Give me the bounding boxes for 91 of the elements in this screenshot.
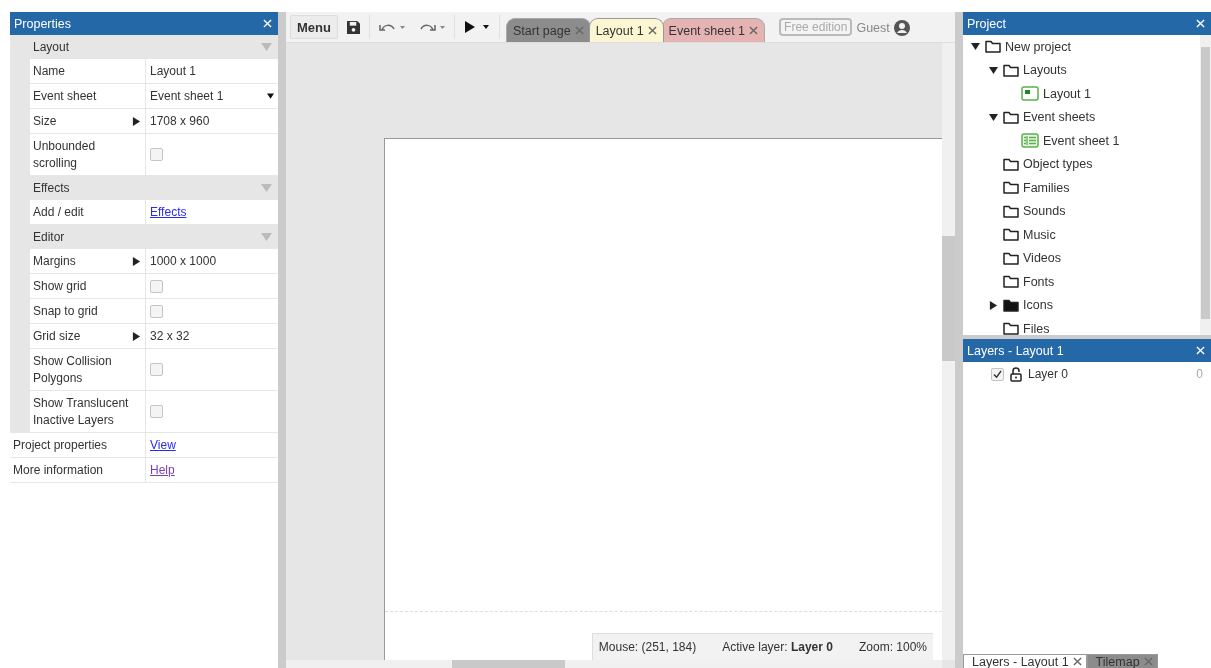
expand-icon[interactable]	[132, 331, 141, 341]
tree-item[interactable]: Event sheets	[963, 105, 1200, 129]
property-label: Show grid	[32, 277, 88, 295]
property-value: Layout 1	[150, 64, 197, 78]
section-header[interactable]: Editor	[30, 225, 278, 249]
property-label: Show Translucent Inactive Layers	[32, 394, 130, 429]
close-icon[interactable]	[1072, 657, 1082, 666]
expand-icon[interactable]	[132, 116, 141, 126]
layer-row[interactable]: Layer 0 0	[963, 362, 1211, 386]
user-icon[interactable]	[893, 20, 910, 36]
event-sheet-icon	[1021, 133, 1039, 149]
property-label: Size	[32, 112, 58, 130]
folder-icon	[1003, 157, 1019, 171]
property-label: More information	[12, 461, 105, 479]
property-label: Event sheet	[32, 87, 98, 105]
tree-item[interactable]: Layouts	[963, 58, 1200, 82]
section-header[interactable]: Effects	[30, 176, 278, 200]
caret-icon	[267, 93, 274, 99]
folder-icon	[1003, 275, 1019, 289]
tree-item[interactable]: Sounds	[963, 199, 1200, 223]
tree-item[interactable]: New project	[963, 35, 1200, 59]
close-icon[interactable]	[749, 26, 759, 35]
property-value: 1708 x 960	[150, 114, 210, 128]
checkbox[interactable]	[150, 304, 163, 318]
folder-icon	[1003, 251, 1019, 265]
unlock-icon[interactable]	[1010, 366, 1022, 382]
property-link[interactable]: Help	[150, 463, 175, 477]
active-layer: Active layer: Layer 0	[722, 640, 833, 654]
expanded-icon[interactable]	[988, 112, 998, 122]
collapsed-icon[interactable]	[988, 300, 998, 310]
editor-tab[interactable]: Layout 1	[588, 18, 664, 42]
layer-count: 0	[1196, 367, 1203, 381]
property-label: Show Collision Polygons	[32, 352, 113, 387]
property-label: Project properties	[12, 436, 109, 454]
checkbox[interactable]	[991, 367, 1004, 381]
property-label: Margins	[32, 252, 77, 270]
tree-item[interactable]: Music	[963, 223, 1200, 247]
property-label: Snap to grid	[32, 302, 99, 320]
panel-tab[interactable]: Layers - Layout 1	[963, 654, 1087, 668]
save-icon	[346, 20, 360, 34]
panel-title: Properties	[14, 16, 71, 31]
checkbox[interactable]	[150, 279, 163, 293]
property-label: Add / edit	[32, 203, 85, 221]
folder-icon	[1003, 298, 1019, 312]
checkbox[interactable]	[150, 148, 163, 161]
undo-icon	[378, 22, 405, 32]
redo-icon	[418, 22, 445, 32]
checkbox[interactable]	[150, 363, 163, 376]
panel-title: Layers - Layout 1	[967, 343, 1064, 358]
folder-icon	[1003, 204, 1019, 218]
editor-tab[interactable]: Event sheet 1	[661, 18, 766, 42]
expanded-icon[interactable]	[988, 65, 998, 75]
horizontal-scrollbar[interactable]	[286, 660, 942, 668]
mouse-position: Mouse: (251, 184)	[598, 640, 697, 654]
panel-title: Project	[967, 16, 1006, 31]
layout-canvas[interactable]: Mouse: (251, 184) Active layer: Layer 0 Zoom: 100%	[286, 43, 955, 668]
layer-name: Layer 0	[1028, 367, 1069, 381]
tree-item[interactable]: Families	[963, 176, 1200, 200]
folder-icon	[985, 40, 1001, 54]
vertical-scrollbar[interactable]	[942, 43, 955, 660]
checkbox[interactable]	[150, 405, 163, 418]
folder-icon	[1003, 63, 1019, 77]
property-value: 1000 x 1000	[150, 254, 217, 268]
property-value: 32 x 32	[150, 329, 190, 343]
panel-tab[interactable]: Tilemap	[1086, 654, 1158, 668]
tree-item[interactable]: Object types	[963, 152, 1200, 176]
property-link[interactable]: View	[150, 438, 176, 452]
expand-icon[interactable]	[132, 256, 141, 266]
user-name: Guest	[856, 21, 890, 35]
close-icon[interactable]	[647, 26, 657, 35]
property-label: Unbounded scrolling	[32, 137, 97, 172]
play-icon	[463, 21, 490, 33]
zoom-level: Zoom: 100%	[858, 640, 927, 654]
property-label: Name	[32, 62, 66, 80]
folder-icon	[1003, 110, 1019, 124]
menu-button[interactable]: Menu	[290, 15, 338, 39]
expanded-icon[interactable]	[970, 42, 980, 52]
property-link[interactable]: Effects	[150, 205, 187, 219]
folder-icon	[1003, 228, 1019, 242]
layout-icon	[1021, 86, 1039, 102]
tree-item[interactable]: Files	[963, 317, 1200, 335]
tree-item[interactable]: Videos	[963, 246, 1200, 270]
tree-item[interactable]: Fonts	[963, 270, 1200, 294]
property-label: Grid size	[32, 327, 82, 345]
tree-item[interactable]: Layout 1	[963, 82, 1200, 106]
folder-icon	[1003, 181, 1019, 195]
tree-item[interactable]: Icons	[963, 293, 1200, 317]
tree-item[interactable]: Event sheet 1	[963, 129, 1200, 153]
vertical-scrollbar[interactable]	[1200, 35, 1211, 335]
editor-tab[interactable]: Start page	[505, 18, 591, 42]
section-header[interactable]: Layout	[30, 35, 278, 59]
